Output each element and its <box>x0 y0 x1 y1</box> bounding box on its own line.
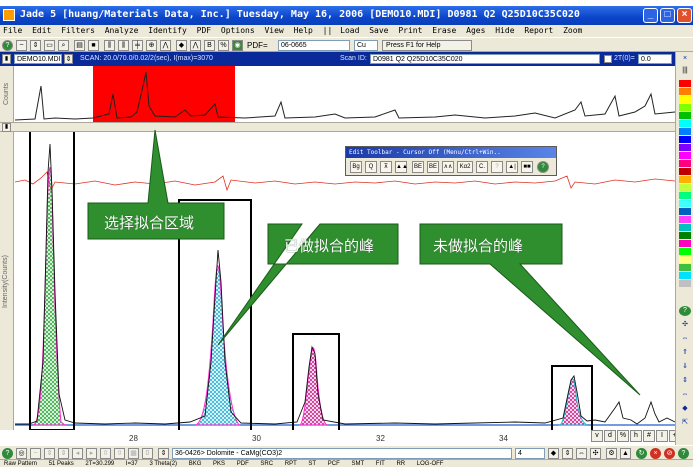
status-pcf: PCF <box>327 461 340 467</box>
bottom-spinner-icon[interactable]: ⇕ <box>158 448 169 459</box>
bottom-chart-icon[interactable]: ▲ <box>620 448 631 459</box>
color-swatch-grassgreen[interactable] <box>679 264 691 271</box>
bottom-zero-icon[interactable]: 0 <box>142 448 153 459</box>
color-swatch-sky[interactable] <box>679 128 691 135</box>
bottom-help-icon[interactable]: ? <box>2 448 13 459</box>
color-swatch-darkgreen[interactable] <box>679 232 691 239</box>
bottom-diamond-icon[interactable]: ◆ <box>548 448 559 459</box>
palette-down-icon[interactable]: ⇓ <box>679 362 691 372</box>
right-palette: × ||| ? ✣ ⇔ ⇑ ⇓ ⇕ ⇔ ◆ ⇱ <box>675 52 693 445</box>
color-swatch-lime[interactable] <box>679 104 691 111</box>
color-swatch-gray[interactable] <box>679 280 691 287</box>
color-swatch-aqua[interactable] <box>679 200 691 207</box>
color-swatch-orchid[interactable] <box>679 216 691 223</box>
status-pattern: Raw Pattern <box>4 461 38 467</box>
color-swatch-cyan[interactable] <box>679 120 691 127</box>
color-swatch-pink[interactable] <box>679 160 691 167</box>
status-two-theta: 2T=30.299 <box>85 461 115 467</box>
bottom-updown-icon[interactable]: ⇕ <box>562 448 573 459</box>
bottom-swap-icon[interactable]: ⇔ <box>576 448 587 459</box>
bottom-minus-icon[interactable]: − <box>30 448 41 459</box>
bottom-cancel-icon[interactable]: ⊘ <box>664 448 675 459</box>
status-rpt: RPT <box>284 461 297 467</box>
color-swatch-amber[interactable] <box>679 176 691 183</box>
palette-swap-icon[interactable]: ⇔ <box>679 334 691 344</box>
color-swatch-violet[interactable] <box>679 144 691 151</box>
status-bkg: BKG <box>188 461 202 467</box>
status-bar: Raw Pattern 51 Peaks 2T=30.299 I=37 3 Th… <box>0 459 693 467</box>
color-swatch-paleyellow[interactable] <box>679 256 691 263</box>
status-pks: PKS <box>213 461 226 467</box>
bottom-arrows-icon[interactable]: ⇕ <box>44 448 55 459</box>
bottom-toolbar: ? ◎ − ⇕ ⇕ ◂ ▸ ⇳ ⇳ ▦ 0 ⇕ 36-0426> Dolomit… <box>0 445 693 459</box>
annotation-layer <box>87 129 641 396</box>
palette-close-icon[interactable]: × <box>679 54 691 64</box>
color-swatch-yellowgreen[interactable] <box>679 184 691 191</box>
status-smt: SMT <box>351 461 365 467</box>
bottom-grid-icon[interactable]: ▦ <box>128 448 139 459</box>
palette-bars-icon[interactable]: ||| <box>679 66 691 76</box>
bottom-refresh-icon[interactable]: ↻ <box>636 448 647 459</box>
color-swatch-mint[interactable] <box>679 192 691 199</box>
color-swatch-teal[interactable] <box>679 224 691 231</box>
color-swatch-brightgreen[interactable] <box>679 248 691 255</box>
bottom-help2-icon[interactable]: ? <box>678 448 689 459</box>
bottom-next-icon[interactable]: ▸ <box>86 448 97 459</box>
palette-expand-icon[interactable]: ⇱ <box>679 418 691 428</box>
bottom-move-icon[interactable]: ✣ <box>590 448 601 459</box>
label-fitted-peak: 已做拟合的峰 <box>284 237 375 255</box>
color-swatch-magenta[interactable] <box>679 152 691 159</box>
color-swatch-rose[interactable] <box>679 240 691 247</box>
color-swatch-navy[interactable] <box>679 208 691 215</box>
palette-updown-icon[interactable]: ⇕ <box>679 376 691 386</box>
label-unfitted-peak: 未做拟合的峰 <box>433 237 524 255</box>
status-pdf: PDF <box>236 461 249 467</box>
palette-leftright-icon[interactable]: ⇔ <box>679 390 691 400</box>
bottom-link-icon[interactable]: ⚙ <box>606 448 617 459</box>
bottom-arrows2-icon[interactable]: ⇕ <box>58 448 69 459</box>
bottom-stepper-icon[interactable]: ⇳ <box>100 448 111 459</box>
status-intensity: I=37 <box>125 461 138 467</box>
bottom-prev-icon[interactable]: ◂ <box>72 448 83 459</box>
bottom-stepper2-icon[interactable]: ⇳ <box>114 448 125 459</box>
color-swatch-blue[interactable] <box>679 136 691 143</box>
color-swatch-darkred[interactable] <box>679 168 691 175</box>
status-peaks: 51 Peaks <box>48 461 74 467</box>
status-log-mode: LOG-OFF <box>416 461 444 467</box>
label-select-region: 选择拟合区域 <box>104 214 195 232</box>
palette-help-icon[interactable]: ? <box>679 306 691 316</box>
status-rr: RR <box>396 461 406 467</box>
palette-move-icon[interactable]: ✣ <box>679 320 691 330</box>
status-src: SRC <box>260 461 274 467</box>
bottom-stop-icon[interactable]: × <box>650 448 661 459</box>
color-swatch-yellow[interactable] <box>679 96 691 103</box>
status-fit: FIT <box>375 461 385 467</box>
palette-up-icon[interactable]: ⇑ <box>679 348 691 358</box>
palette-diamond-icon[interactable]: ◆ <box>679 404 691 414</box>
bottom-target-icon[interactable]: ◎ <box>16 448 27 459</box>
phase-count-select[interactable]: 4 <box>515 448 545 459</box>
color-swatch-lightblue[interactable] <box>679 272 691 279</box>
color-swatch-red[interactable] <box>679 80 691 87</box>
status-theta: 3 Theta(2) <box>149 461 178 467</box>
color-swatch-green[interactable] <box>679 112 691 119</box>
status-st: ST <box>308 461 317 467</box>
color-swatch-orange[interactable] <box>679 88 691 95</box>
phase-select[interactable]: 36-0426> Dolomite - CaMg(CO3)2 <box>172 448 512 459</box>
